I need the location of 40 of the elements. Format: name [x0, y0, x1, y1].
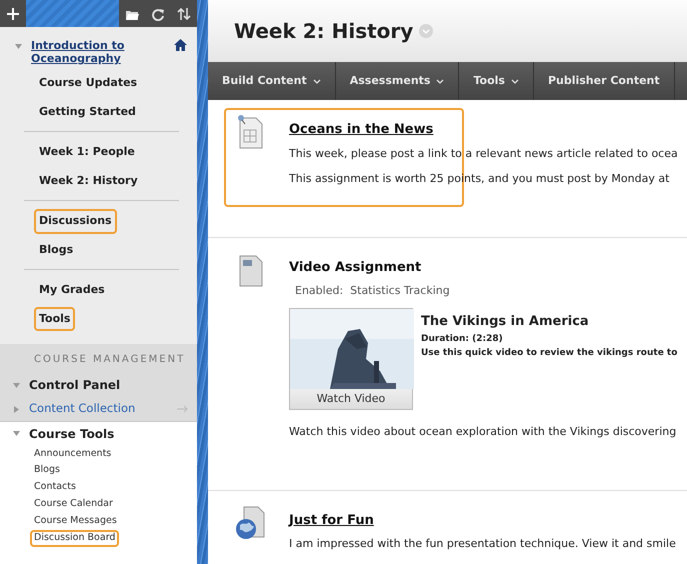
arrow-icon [177, 405, 189, 413]
watch-video-button[interactable]: Watch Video [290, 388, 412, 409]
sidebar-link[interactable]: Content Collection [29, 400, 169, 418]
page-title: Week 2: History [234, 19, 414, 43]
sidebar-item[interactable]: Course Messages [30, 512, 121, 530]
video-summary: Use this quick video to review the vikings route to [421, 346, 678, 360]
refresh-icon[interactable] [151, 6, 165, 20]
sidebar-item[interactable]: Week 1: People [34, 140, 140, 165]
menu-button[interactable]: Assessments [336, 62, 460, 100]
sidebar-item[interactable]: Blogs [34, 238, 78, 262]
sidebar-item[interactable]: Tools [34, 306, 76, 332]
sidebar-item[interactable]: Getting Started [34, 100, 141, 124]
menu-button[interactable]: Tools [459, 62, 534, 100]
menu-button[interactable]: Build Content [208, 62, 336, 100]
course-title-link[interactable]: Introduction to Oceanography [31, 39, 166, 66]
item-title-link[interactable]: Oceans in the News [289, 120, 434, 140]
sidebar-item[interactable]: Week 2: History [34, 168, 143, 194]
enabled-info: Enabled: Statistics Tracking [295, 283, 451, 299]
menu-button[interactable]: Publisher Content [534, 62, 675, 100]
item-title: Video Assignment [289, 258, 422, 276]
sidebar-item[interactable]: Course Updates [34, 71, 142, 96]
description-text: This week, please post a link to a relevant news article related to ocea [289, 146, 678, 162]
sidebar-item[interactable]: My Grades [34, 278, 110, 303]
item-title-link[interactable]: Just for Fun [289, 510, 374, 530]
video-title: The Vikings in America [421, 312, 590, 330]
sidebar-item[interactable]: Course Calendar [30, 496, 117, 513]
panel-heading[interactable]: Course Tools [29, 424, 189, 443]
panel-heading[interactable]: Control Panel [29, 376, 189, 394]
home-icon [174, 39, 187, 51]
video-duration: Duration: (2:28) [421, 333, 504, 346]
sidebar-item[interactable]: Discussions [34, 209, 117, 234]
sort-icon[interactable] [177, 6, 191, 20]
description-text: I am impressed with the fun presentation technique. View it and smile [289, 536, 676, 552]
sidebar-item[interactable]: Blogs [30, 462, 64, 480]
add-icon[interactable] [6, 6, 20, 20]
sidebar-item[interactable]: Contacts [30, 479, 80, 496]
section-heading: COURSE MANAGEMENT [33, 353, 186, 368]
sidebar-item[interactable]: Announcements [30, 446, 116, 462]
sidebar-item[interactable]: Discussion Board [30, 530, 120, 546]
description-text: Watch this video about ocean exploration with the Vikings discovering [289, 424, 678, 440]
